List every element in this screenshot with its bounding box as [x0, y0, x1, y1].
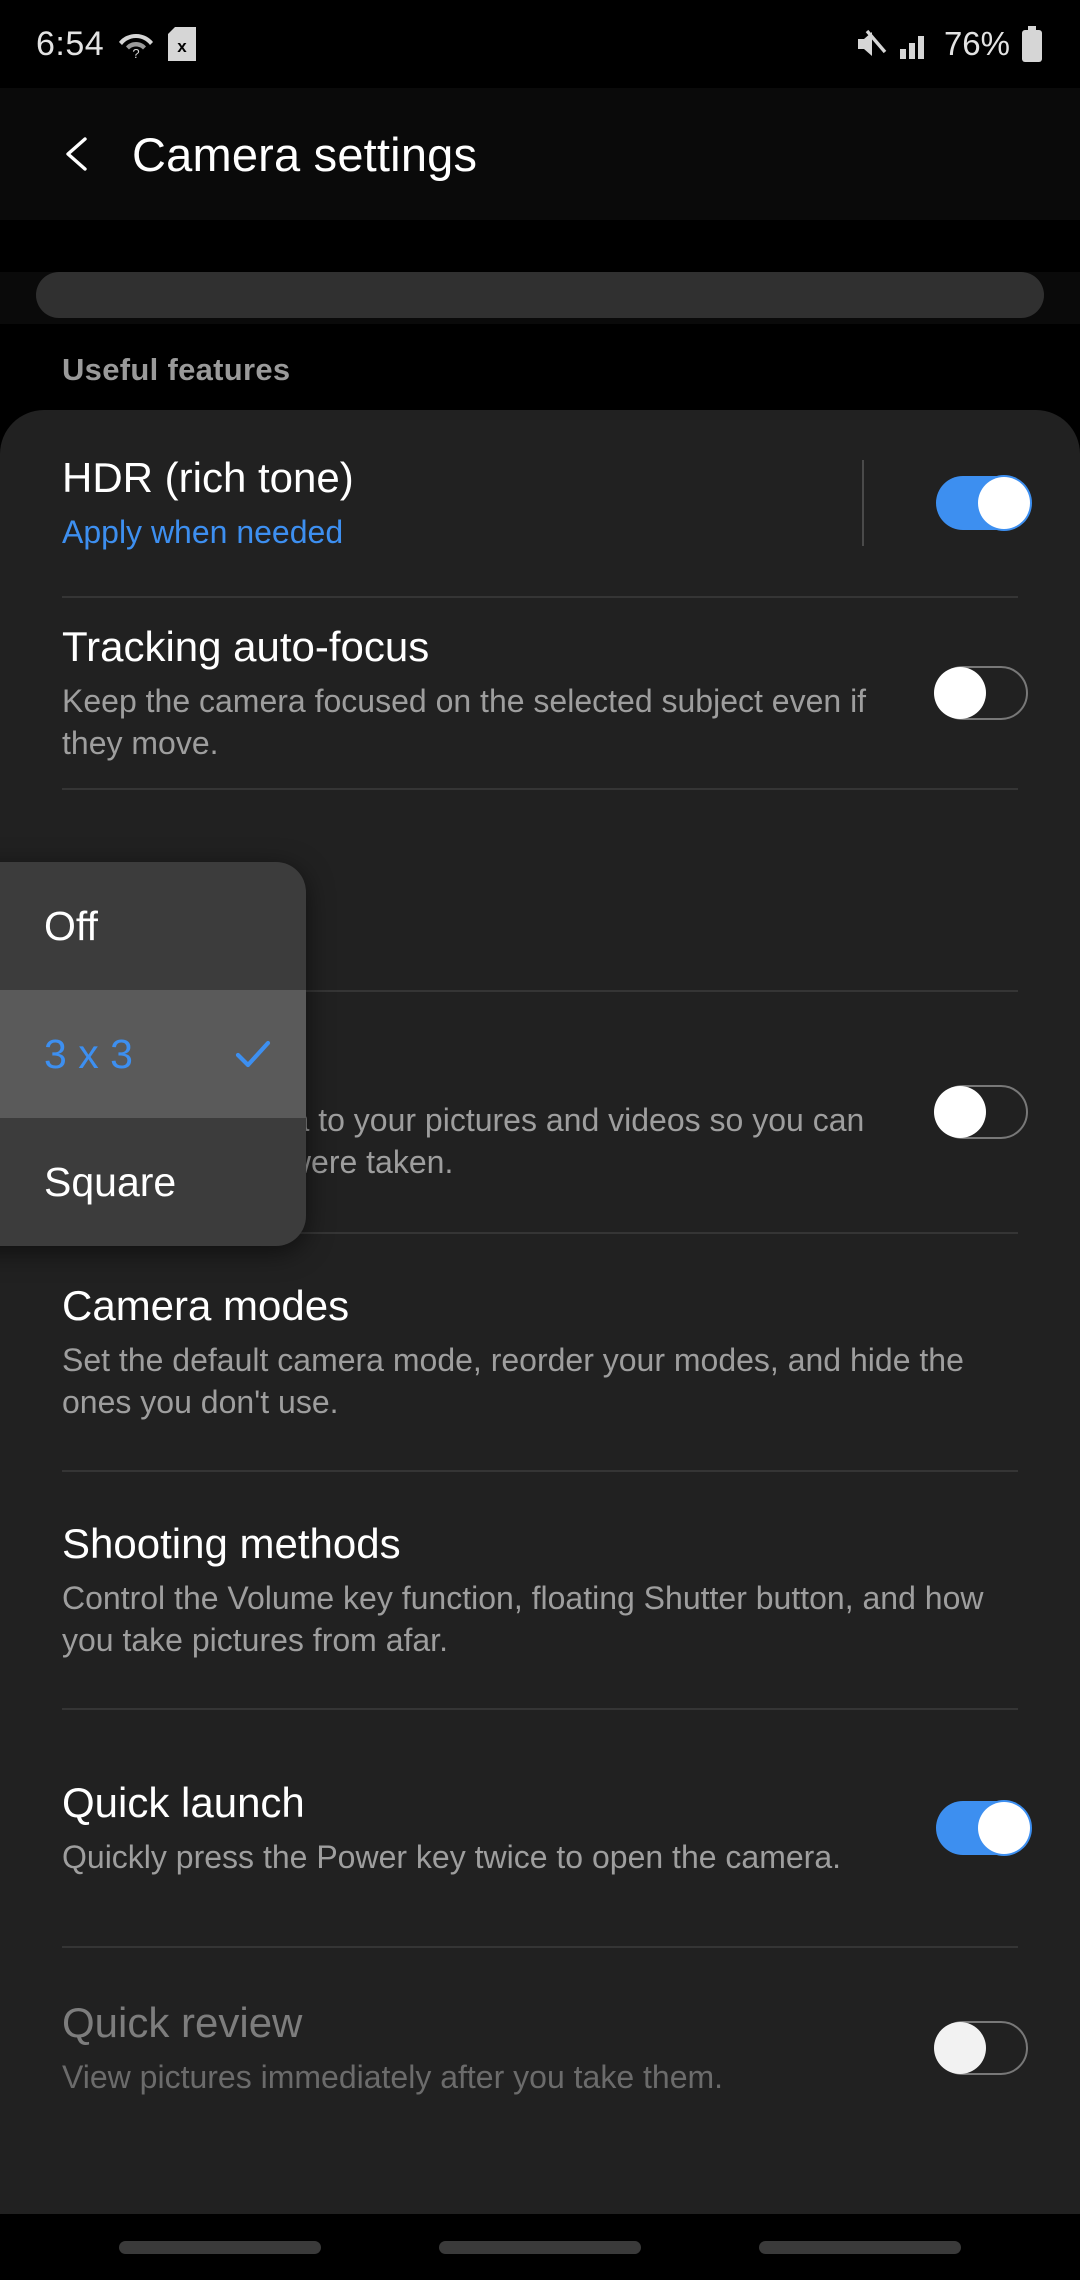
toggle-area: [862, 460, 1030, 546]
row-texts: Tracking auto-focus Keep the camera focu…: [62, 622, 936, 764]
row-texts: Quick review View pictures immediately a…: [62, 1998, 936, 2098]
dropdown-option-label: Square: [44, 1158, 177, 1205]
row-title: HDR (rich tone): [62, 454, 354, 502]
status-time: 6:54: [36, 24, 105, 63]
row-texts: HDR (rich tone) Apply when needed: [62, 453, 862, 553]
row-subtitle: Set the default camera mode, reorder you…: [62, 1341, 964, 1420]
back-chevron-icon[interactable]: [56, 131, 102, 177]
toggle-area: [936, 1801, 1030, 1855]
toggle-area: [934, 1085, 1028, 1139]
search-bar-container: [0, 272, 1080, 324]
sd-card-error-icon: x: [168, 27, 197, 61]
dropdown-option-square[interactable]: Square: [0, 1118, 306, 1246]
toggle-location-tags[interactable]: [934, 1085, 1028, 1139]
setting-row-shooting-methods[interactable]: Shooting methods Control the Volume key …: [0, 1472, 1080, 1708]
status-bar-left: 6:54 ? x: [36, 24, 197, 64]
check-icon: [230, 1031, 276, 1077]
home-button[interactable]: [439, 2240, 641, 2254]
row-subtitle: Control the Volume key function, floatin…: [62, 1579, 984, 1658]
system-navigation-bar: [0, 2214, 1080, 2280]
row-subtitle: View pictures immediately after you take…: [62, 2058, 724, 2095]
toggle-knob: [978, 477, 1030, 529]
row-title: Quick launch: [62, 1779, 305, 1827]
toggle-knob: [934, 667, 986, 719]
status-bar: 6:54 ? x 76%: [0, 0, 1080, 88]
toggle-tracking-auto-focus[interactable]: [934, 666, 1028, 720]
dropdown-option-label: 3 x 3: [44, 1030, 133, 1077]
toggle-hdr[interactable]: [936, 476, 1030, 530]
search-input[interactable]: [36, 272, 1044, 318]
svg-text:?: ?: [133, 46, 140, 59]
dropdown-option-off[interactable]: Off: [0, 862, 306, 990]
setting-row-hdr[interactable]: HDR (rich tone) Apply when needed: [0, 410, 1080, 596]
battery-icon: [1020, 26, 1044, 62]
toggle-knob: [934, 2022, 986, 2074]
phone-screen: 6:54 ? x 76% Camera settings Useful feat…: [0, 0, 1080, 2280]
signal-bars-icon: [898, 28, 932, 60]
row-subtitle: Quickly press the Power key twice to ope…: [62, 1838, 842, 1875]
dropdown-option-3x3[interactable]: 3 x 3: [0, 990, 306, 1118]
row-texts: Shooting methods Control the Volume key …: [62, 1519, 1028, 1661]
grid-lines-dropdown-menu[interactable]: Off 3 x 3 Square: [0, 862, 306, 1246]
toggle-knob: [934, 1086, 986, 1138]
svg-text:x: x: [177, 37, 187, 56]
row-subtitle: Apply when needed: [62, 513, 344, 550]
toggle-quick-launch[interactable]: [936, 1801, 1030, 1855]
row-title: Tracking auto-focus: [62, 622, 430, 670]
row-title: Camera modes: [62, 1281, 350, 1329]
section-header-useful-features: Useful features: [62, 352, 291, 387]
setting-row-camera-modes[interactable]: Camera modes Set the default camera mode…: [0, 1234, 1080, 1470]
settings-list-card: HDR (rich tone) Apply when needed Tracki…: [0, 410, 1080, 2245]
recents-button[interactable]: [119, 2240, 321, 2254]
dropdown-option-label: Off: [44, 902, 98, 949]
row-texts: Camera modes Set the default camera mode…: [62, 1281, 1028, 1423]
row-title: Quick review: [62, 1999, 303, 2047]
battery-percent: 76%: [943, 25, 1010, 62]
status-bar-right: 76%: [854, 25, 1044, 63]
mute-icon: [854, 28, 888, 60]
setting-row-quick-review[interactable]: Quick review View pictures immediately a…: [0, 1948, 1080, 2148]
toggle-quick-review[interactable]: [934, 2021, 1028, 2075]
setting-row-tracking-auto-focus[interactable]: Tracking auto-focus Keep the camera focu…: [0, 598, 1080, 788]
row-texts: Quick launch Quickly press the Power key…: [62, 1778, 936, 1878]
page-title: Camera settings: [132, 127, 478, 181]
toggle-area: [934, 666, 1028, 720]
back-button[interactable]: [759, 2240, 961, 2254]
setting-row-quick-launch[interactable]: Quick launch Quickly press the Power key…: [0, 1710, 1080, 1946]
row-title: Shooting methods: [62, 1519, 401, 1567]
row-subtitle: Keep the camera focused on the selected …: [62, 682, 867, 761]
app-header: Camera settings: [0, 88, 1080, 220]
toggle-knob: [978, 1802, 1030, 1854]
toggle-area: [934, 2021, 1028, 2075]
vertical-divider: [862, 460, 864, 546]
wifi-question-icon: ?: [118, 29, 154, 61]
